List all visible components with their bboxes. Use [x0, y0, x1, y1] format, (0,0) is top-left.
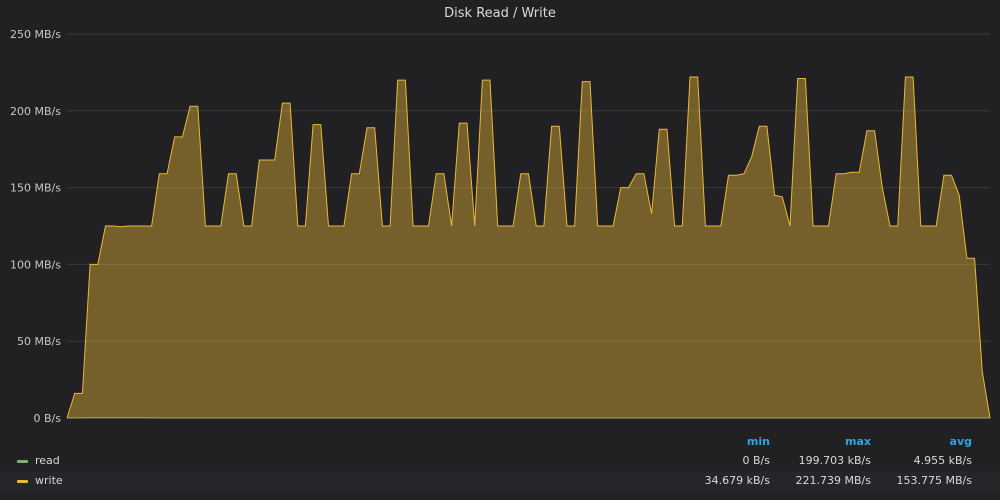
legend-read-max: 199.703 kB/s: [798, 454, 871, 467]
legend-row-write[interactable]: write 34.679 kB/s 221.739 MB/s 153.775 M…: [0, 471, 1000, 491]
legend-table: min max avg read 0 B/s 199.703 kB/s 4.95…: [0, 431, 1000, 491]
legend-header-max[interactable]: max: [761, 435, 871, 448]
y-tick-label: 250 MB/s: [10, 28, 61, 41]
legend-name-read[interactable]: read: [35, 454, 60, 467]
y-tick-label: 200 MB/s: [10, 105, 61, 118]
legend-swatch-read[interactable]: [17, 460, 28, 463]
legend-header: min max avg: [0, 431, 1000, 451]
chart-svg[interactable]: 0 B/s 50 MB/s 100 MB/s 150 MB/s 200 MB/s 250 …: [0, 0, 1000, 430]
legend-row-read[interactable]: read 0 B/s 199.703 kB/s 4.955 kB/s: [0, 451, 1000, 471]
series-area-write[interactable]: [67, 77, 990, 418]
y-tick-label: 150 MB/s: [10, 182, 61, 195]
legend-write-min: 34.679 kB/s: [704, 474, 770, 487]
y-tick-label: 0 B/s: [34, 412, 62, 425]
y-tick-label: 100 MB/s: [10, 258, 61, 271]
legend-write-avg: 153.775 MB/s: [896, 474, 972, 487]
legend-header-avg[interactable]: avg: [862, 435, 972, 448]
legend-read-avg: 4.955 kB/s: [913, 454, 972, 467]
graph-panel: Disk Read / Write 0 B/s 50 MB/s 100 MB/s 15…: [0, 0, 1000, 500]
legend-name-write[interactable]: write: [35, 474, 63, 487]
legend-swatch-write[interactable]: [17, 480, 28, 483]
legend-read-min: 0 B/s: [742, 454, 770, 467]
y-tick-label: 50 MB/s: [17, 335, 61, 348]
legend-write-max: 221.739 MB/s: [795, 474, 871, 487]
legend-header-min[interactable]: min: [660, 435, 770, 448]
